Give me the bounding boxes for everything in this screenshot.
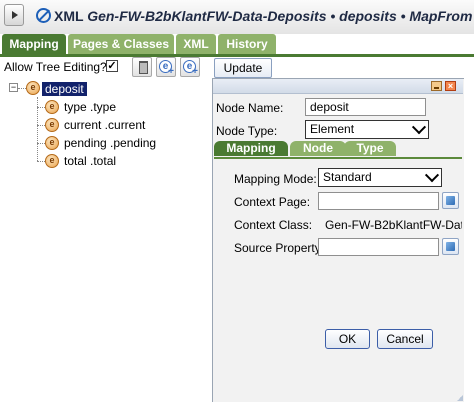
subtab-type[interactable]: Type bbox=[344, 141, 396, 156]
cancel-button[interactable]: Cancel bbox=[377, 329, 433, 349]
allow-tree-editing-label: Allow Tree Editing? bbox=[4, 60, 107, 74]
mapping-mode-label: Mapping Mode: bbox=[234, 172, 317, 186]
node-name-input[interactable]: deposit bbox=[305, 98, 426, 116]
add-child-button[interactable]: e + bbox=[156, 57, 176, 77]
element-icon: e bbox=[45, 136, 59, 150]
title-name: Gen-FW-B2bKlantFW-Data-Deposits • deposi… bbox=[87, 8, 473, 24]
node-name-label: Node Name: bbox=[216, 101, 284, 115]
run-button[interactable] bbox=[4, 4, 24, 26]
node-type-select[interactable]: Element bbox=[305, 120, 429, 139]
source-property-lookup-icon[interactable] bbox=[442, 238, 459, 255]
trash-icon bbox=[139, 61, 148, 74]
ok-button[interactable]: OK bbox=[325, 329, 370, 349]
element-icon: e bbox=[45, 154, 59, 168]
tree-node-total[interactable]: total .total bbox=[64, 154, 116, 168]
element-icon: e bbox=[26, 81, 40, 95]
element-icon: e bbox=[45, 100, 59, 114]
dialog-title-bar[interactable]: × bbox=[213, 79, 463, 94]
mapping-mode-value: Standard bbox=[323, 170, 372, 184]
resize-handle[interactable] bbox=[457, 395, 463, 401]
tab-xml[interactable]: XML bbox=[176, 34, 216, 54]
context-class-label: Context Class: bbox=[234, 218, 313, 232]
source-property-input[interactable] bbox=[318, 238, 439, 256]
chevron-down-icon bbox=[411, 120, 427, 135]
chevron-down-icon bbox=[424, 168, 440, 183]
tab-pages-classes[interactable]: Pages & Classes bbox=[68, 34, 174, 54]
context-page-lookup-icon[interactable] bbox=[442, 192, 459, 209]
minimize-icon[interactable] bbox=[431, 81, 442, 91]
subtab-mapping[interactable]: Mapping bbox=[214, 141, 288, 156]
context-page-label: Context Page: bbox=[234, 195, 311, 209]
node-type-label: Node Type: bbox=[216, 124, 278, 138]
element-icon: e bbox=[45, 118, 59, 132]
title-prefix: XML bbox=[54, 8, 84, 24]
mapping-mode-select[interactable]: Standard bbox=[318, 168, 442, 187]
xml-rule-icon bbox=[36, 8, 51, 23]
tree-node-pending[interactable]: pending .pending bbox=[64, 136, 156, 150]
add-sibling-button[interactable]: e + bbox=[180, 57, 200, 77]
allow-tree-editing-checkbox[interactable]: ✓ bbox=[106, 60, 118, 72]
tree-node-type[interactable]: type .type bbox=[64, 100, 116, 114]
title-bar: XML Gen-FW-B2bKlantFW-Data-Deposits • de… bbox=[0, 0, 474, 35]
update-button[interactable]: Update bbox=[214, 58, 272, 78]
main-tab-bar: Mapping Pages & Classes XML History bbox=[0, 34, 474, 57]
node-type-value: Element bbox=[310, 122, 355, 136]
subtab-node[interactable]: Node bbox=[290, 141, 346, 156]
window-title: XML Gen-FW-B2bKlantFW-Data-Deposits • de… bbox=[54, 8, 472, 24]
tree-node-deposit[interactable]: deposit bbox=[42, 82, 87, 96]
tree-node-current[interactable]: current .current bbox=[64, 118, 145, 132]
context-class-value: Gen-FW-B2bKlantFW-Data- bbox=[325, 218, 462, 232]
delete-node-button[interactable] bbox=[132, 57, 152, 77]
tree-collapse-toggle[interactable]: − bbox=[9, 83, 18, 92]
close-icon[interactable]: × bbox=[445, 81, 456, 91]
source-property-label: Source Property: bbox=[234, 241, 325, 255]
context-page-input[interactable] bbox=[318, 192, 439, 210]
dialog-subtab-bar: Mapping Node Type bbox=[214, 141, 462, 159]
tab-mapping[interactable]: Mapping bbox=[2, 34, 66, 54]
tab-history[interactable]: History bbox=[218, 34, 276, 54]
